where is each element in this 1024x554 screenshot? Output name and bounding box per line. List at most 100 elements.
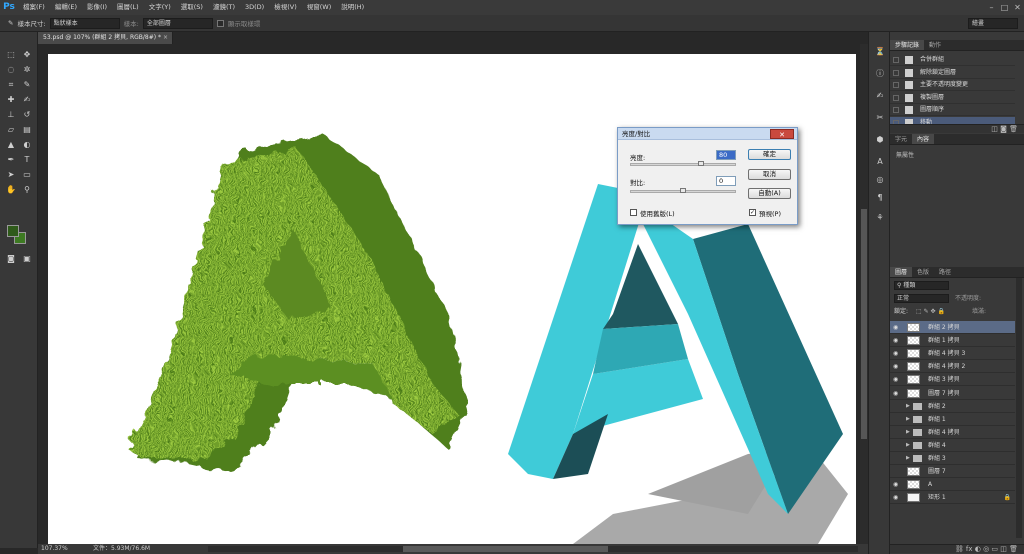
quick-select-icon[interactable]: ✲ bbox=[20, 63, 34, 76]
layer-row[interactable]: ▶ 群組 2 bbox=[890, 400, 1015, 413]
eye-icon[interactable]: ◉ bbox=[893, 360, 902, 373]
menu-item[interactable]: 圖層(L) bbox=[112, 0, 144, 15]
eye-icon[interactable]: ◉ bbox=[893, 387, 902, 400]
horizontal-scroll-thumb[interactable] bbox=[403, 546, 608, 552]
eyedropper-tool-icon[interactable]: ✎ bbox=[20, 78, 34, 91]
history-source-box[interactable] bbox=[893, 69, 899, 76]
healing-tool-icon[interactable]: ✚ bbox=[4, 93, 18, 106]
layer-row[interactable]: ▶ 群組 4 bbox=[890, 439, 1015, 452]
menu-item[interactable]: 選取(S) bbox=[176, 0, 208, 15]
contrast-input[interactable]: 0 bbox=[716, 176, 736, 186]
ok-button[interactable]: 確定 bbox=[748, 149, 791, 160]
history-source-box[interactable] bbox=[893, 57, 899, 63]
vertical-scroll-thumb[interactable] bbox=[861, 209, 867, 439]
menu-item[interactable]: 3D(D) bbox=[240, 0, 269, 15]
show-ring-checkbox[interactable] bbox=[216, 19, 224, 27]
layer-row[interactable]: ◉ 圖層 7 拷貝 bbox=[890, 387, 1015, 400]
workspace-select[interactable]: 繪畫 bbox=[968, 18, 1018, 29]
contrast-slider-thumb[interactable] bbox=[680, 188, 686, 193]
tab-character[interactable]: 字元 bbox=[890, 134, 912, 144]
quick-mask-icon[interactable]: ◙ bbox=[4, 252, 18, 265]
history-item[interactable]: 合併群組 bbox=[890, 54, 1015, 66]
history-source-box[interactable] bbox=[893, 94, 899, 101]
brightness-slider-track[interactable] bbox=[630, 163, 736, 166]
menu-item[interactable]: 編輯(E) bbox=[50, 0, 82, 15]
eye-icon[interactable]: ◉ bbox=[893, 373, 902, 386]
zoom-field[interactable]: 107.37% bbox=[38, 544, 68, 554]
close-button[interactable]: ✕ bbox=[1011, 0, 1024, 15]
paragraph-styles-icon[interactable]: ¶ bbox=[873, 192, 887, 204]
eyedropper-icon[interactable]: ✎ bbox=[8, 19, 13, 27]
blend-mode-select[interactable]: 正常 bbox=[894, 294, 949, 303]
cancel-button[interactable]: 取消 bbox=[748, 169, 791, 180]
eraser-tool-icon[interactable]: ▱ bbox=[4, 123, 18, 136]
marquee-tool-icon[interactable]: ⬚ bbox=[4, 48, 18, 61]
lasso-tool-icon[interactable]: ◌ bbox=[4, 63, 18, 76]
layer-row[interactable]: ▶ 群組 3 bbox=[890, 452, 1015, 465]
history-brush-icon[interactable]: ↺ bbox=[20, 108, 34, 121]
sample-select[interactable]: 全部圖層 bbox=[142, 17, 213, 29]
expand-arrow-icon[interactable]: ▶ bbox=[906, 400, 910, 413]
hand-tool-icon[interactable]: ✋ bbox=[4, 183, 18, 196]
menu-item[interactable]: 文字(Y) bbox=[144, 0, 176, 15]
type-tool-icon[interactable]: T bbox=[20, 153, 34, 166]
brightness-input[interactable]: 80 bbox=[716, 150, 736, 160]
eye-icon[interactable]: ◉ bbox=[893, 321, 902, 334]
menu-item[interactable]: 說明(H) bbox=[336, 0, 369, 15]
auto-button[interactable]: 自動(A) bbox=[748, 188, 791, 199]
layer-row[interactable]: ◉ A bbox=[890, 478, 1015, 492]
paragraph-icon[interactable]: A bbox=[873, 156, 887, 168]
preview-checkbox[interactable]: ✓ bbox=[749, 209, 756, 216]
expand-arrow-icon[interactable]: ▶ bbox=[906, 426, 910, 439]
expand-arrow-icon[interactable]: ▶ bbox=[906, 413, 910, 426]
sample-size-select[interactable]: 點狀樣本 bbox=[49, 17, 120, 29]
eye-icon[interactable]: ◉ bbox=[893, 478, 902, 491]
brush-panel-icon[interactable]: ✍ bbox=[873, 90, 887, 102]
zoom-tool-icon[interactable]: ⚲ bbox=[20, 183, 34, 196]
history-item[interactable]: 主要不透明度變更 bbox=[890, 79, 1015, 91]
tab-properties[interactable]: 內容 bbox=[912, 134, 935, 144]
dodge-tool-icon[interactable]: ◐ bbox=[20, 138, 34, 151]
dialog-close-button[interactable]: ✕ bbox=[770, 129, 794, 139]
layer-row[interactable]: ▶ 群組 1 bbox=[890, 413, 1015, 426]
layer-row[interactable]: ◉ 群組 1 拷貝 bbox=[890, 334, 1015, 348]
layer-row[interactable]: 圖層 7 bbox=[890, 465, 1015, 479]
expand-arrow-icon[interactable]: ▶ bbox=[906, 452, 910, 465]
history-item[interactable]: 複製圖層 bbox=[890, 92, 1015, 104]
tab-actions[interactable]: 動作 bbox=[924, 40, 946, 50]
gradient-tool-icon[interactable]: ▤ bbox=[20, 123, 34, 136]
eye-icon[interactable]: ◉ bbox=[893, 334, 902, 347]
vertical-scrollbar[interactable] bbox=[860, 44, 868, 544]
swatches-icon[interactable]: ⚘ bbox=[873, 212, 887, 224]
foreground-color-swatch[interactable] bbox=[7, 225, 19, 237]
move-tool-icon[interactable]: ✥ bbox=[20, 48, 34, 61]
menu-item[interactable]: 影像(I) bbox=[82, 0, 112, 15]
menu-item[interactable]: 檢視(V) bbox=[269, 0, 302, 15]
layer-filter-select[interactable]: ⚲ 種類 bbox=[894, 281, 949, 290]
menu-item[interactable]: 視窗(W) bbox=[302, 0, 337, 15]
brightness-slider-thumb[interactable] bbox=[698, 161, 705, 166]
layer-row[interactable]: ◉ 矩形 1 🔒 bbox=[890, 491, 1015, 505]
brush-tool-icon[interactable]: ✍ bbox=[20, 93, 34, 106]
horizontal-scrollbar[interactable] bbox=[208, 546, 858, 552]
close-icon[interactable]: × bbox=[163, 32, 168, 44]
history-source-box[interactable] bbox=[893, 107, 899, 113]
menu-item[interactable]: 濾鏡(T) bbox=[208, 0, 240, 15]
tab-paths[interactable]: 路徑 bbox=[934, 267, 956, 277]
tab-layers[interactable]: 圖層 bbox=[890, 267, 913, 277]
eye-icon[interactable]: ◉ bbox=[893, 491, 902, 504]
legacy-checkbox[interactable] bbox=[630, 209, 637, 216]
layer-row[interactable]: ◉ 群組 4 拷貝 2 bbox=[890, 360, 1015, 374]
eye-icon[interactable]: ◉ bbox=[893, 347, 902, 360]
maximize-button[interactable]: □ bbox=[998, 0, 1011, 15]
tab-channels[interactable]: 色版 bbox=[912, 267, 934, 277]
info-panel-icon[interactable]: ⓘ bbox=[873, 68, 887, 80]
shape-tool-icon[interactable]: ▭ bbox=[20, 168, 34, 181]
layer-row[interactable]: ▶ 群組 4 拷貝 bbox=[890, 426, 1015, 439]
lock-icons[interactable]: ⬚ ✎ ✥ 🔒 bbox=[916, 306, 945, 317]
menu-item[interactable]: 檔案(F) bbox=[18, 0, 50, 15]
pen-tool-icon[interactable]: ✒ bbox=[4, 153, 18, 166]
crop-tool-icon[interactable]: ⌗ bbox=[4, 78, 18, 91]
layer-actions-icons[interactable]: ⛓ fx ◐ ◎ ▭ ◫ 🗑 bbox=[955, 545, 1018, 553]
history-source-box[interactable] bbox=[893, 82, 899, 88]
